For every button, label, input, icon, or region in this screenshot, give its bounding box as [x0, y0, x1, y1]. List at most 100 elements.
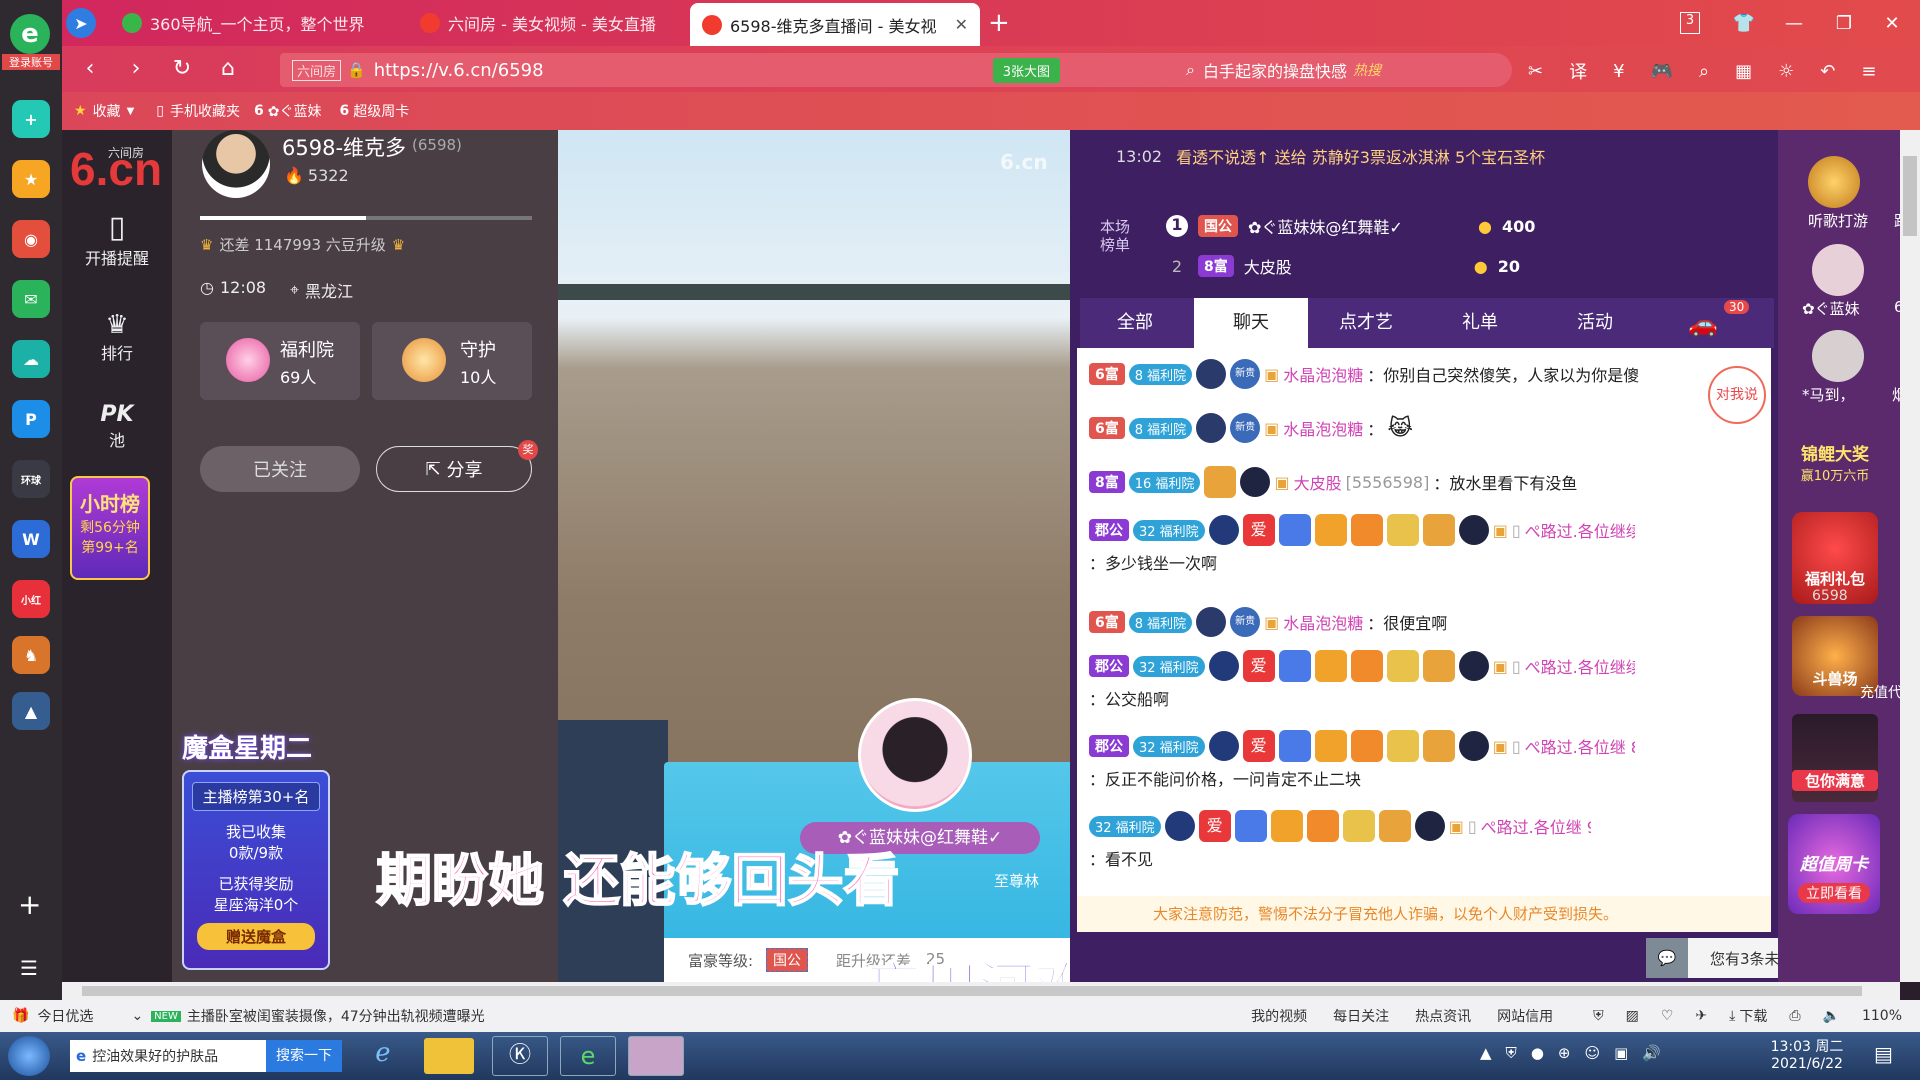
- word-icon[interactable]: W: [12, 520, 50, 558]
- back-icon[interactable]: ‹: [70, 56, 110, 81]
- add-app-icon[interactable]: +: [12, 100, 50, 138]
- add-icon[interactable]: +: [18, 888, 41, 921]
- user-avatar-madao[interactable]: [1812, 330, 1864, 382]
- tray-qq-icon[interactable]: ☺: [1584, 1044, 1600, 1062]
- shield-icon[interactable]: ⛨: [1593, 1008, 1604, 1024]
- tab-6598-room[interactable]: 6598-维克多直播间 - 美女视 ✕: [690, 3, 980, 46]
- chat-message-list[interactable]: 6富 8 福利院 新贵 ▣ 水晶泡泡糖 ：你别自己突然傻笑，人家以为你是傻 6富…: [1077, 348, 1771, 906]
- explorer-icon[interactable]: [424, 1038, 474, 1074]
- search-box[interactable]: ⌕ 白手起家的操盘快感 热搜: [1172, 53, 1512, 87]
- big-image-button[interactable]: 3张大图: [992, 57, 1060, 83]
- 360-taskbar-icon[interactable]: e: [560, 1036, 616, 1076]
- say-to-me-button[interactable]: 对我说: [1708, 366, 1766, 424]
- tab-count-badge[interactable]: 3: [1680, 12, 1700, 34]
- taskbar-search[interactable]: e 控油效果好的护肤品 搜索一下: [70, 1040, 342, 1072]
- url-text[interactable]: https://v.6.cn/6598: [374, 60, 544, 81]
- news-app-icon[interactable]: 环球: [12, 460, 50, 498]
- status-site-credit[interactable]: 网站信用: [1497, 1006, 1553, 1026]
- close-tab-icon[interactable]: ✕: [955, 15, 968, 34]
- volume-icon[interactable]: 🔈: [1823, 1008, 1840, 1024]
- mail-icon[interactable]: ✉: [12, 280, 50, 318]
- cloud-icon[interactable]: ☁: [12, 340, 50, 378]
- notification-icon[interactable]: ▤: [1874, 1042, 1893, 1066]
- scrollbar-thumb[interactable]: [1903, 156, 1917, 236]
- list-icon[interactable]: ☰: [20, 956, 38, 980]
- guard-button[interactable]: 守护 10人: [372, 322, 532, 400]
- koi-promo[interactable]: 锦鲤大奖 赢10万六币: [1790, 420, 1880, 500]
- home-icon[interactable]: ⌂: [208, 56, 248, 81]
- weibo-icon[interactable]: ◉: [12, 220, 50, 258]
- tray-add-icon[interactable]: ⊕: [1558, 1044, 1571, 1062]
- tray-network-icon[interactable]: ▣: [1614, 1044, 1628, 1062]
- undo-icon[interactable]: ↶: [1820, 61, 1835, 82]
- k-app-icon[interactable]: Ⓚ: [492, 1036, 548, 1076]
- new-tab-icon[interactable]: +: [988, 8, 1010, 38]
- red-app-icon[interactable]: 小红: [12, 580, 50, 618]
- tray-up-icon[interactable]: ▲: [1480, 1044, 1492, 1062]
- satisfied-promo[interactable]: 包你满意: [1792, 714, 1878, 802]
- heart-icon[interactable]: ♡: [1661, 1008, 1674, 1024]
- anchor-avatar[interactable]: [202, 130, 270, 198]
- start-button[interactable]: [8, 1036, 50, 1076]
- sidebar-item-pk-pool[interactable]: PK 池: [62, 402, 172, 451]
- restore-icon[interactable]: ❐: [1818, 0, 1870, 46]
- coin-icon[interactable]: ¥: [1613, 61, 1624, 82]
- rocket-icon[interactable]: ✈: [1695, 1008, 1707, 1024]
- send-magic-box-button[interactable]: 赠送魔盒: [197, 923, 315, 950]
- bookmark-weekcard[interactable]: 6 超级周卡: [339, 101, 409, 121]
- url-box[interactable]: 六间房 🔒 https://v.6.cn/6598 3张大图: [280, 53, 1200, 87]
- brightness-icon[interactable]: ☼: [1778, 61, 1794, 82]
- tray-shield-icon[interactable]: ⛨: [1506, 1044, 1517, 1062]
- skin-icon[interactable]: 👕: [1718, 0, 1770, 46]
- today-picks[interactable]: 今日优选: [37, 1006, 93, 1026]
- p-app-icon[interactable]: P: [12, 400, 50, 438]
- followed-button[interactable]: 已关注: [200, 446, 360, 492]
- browser-nav-icon[interactable]: ➤: [66, 8, 96, 38]
- user-avatar-lanmei[interactable]: [1812, 244, 1864, 296]
- scissors-icon[interactable]: ✂: [1528, 61, 1543, 82]
- close-window-icon[interactable]: ✕: [1866, 0, 1918, 46]
- sidebar-item-rank[interactable]: ♛ 排行: [62, 310, 172, 364]
- share-button[interactable]: ⇱ 分享: [376, 446, 532, 492]
- tab-6cn[interactable]: 六间房 - 美女视频 - 美女直播: [408, 0, 688, 46]
- photo-app-icon[interactable]: [628, 1036, 684, 1076]
- game-app-icon[interactable]: ♞: [12, 636, 50, 674]
- bookmark-mobile[interactable]: ▯ 手机收藏夹: [156, 101, 240, 121]
- hour-rank-card[interactable]: 小时榜 剩56分钟 第99+名: [70, 476, 150, 580]
- horizontal-scrollbar[interactable]: [62, 982, 1900, 1000]
- car-icon[interactable]: 🚗: [1688, 310, 1718, 338]
- ie-taskbar-icon[interactable]: ℯ: [358, 1038, 408, 1074]
- bookmark-lanmei[interactable]: 6 ✿ぐ蓝妹: [254, 101, 321, 121]
- 360-browser-icon[interactable]: e: [10, 14, 50, 54]
- favorite-app-icon[interactable]: ★: [12, 160, 50, 198]
- fuli-button[interactable]: 福利院 69人: [200, 322, 360, 400]
- grid-icon[interactable]: ▦: [1735, 61, 1752, 82]
- tab-all[interactable]: 全部: [1080, 298, 1190, 348]
- music-game-icon[interactable]: [1808, 156, 1860, 208]
- tab-chat[interactable]: 聊天: [1194, 298, 1308, 348]
- vertical-scrollbar[interactable]: [1900, 130, 1920, 982]
- leaderboard-row-1[interactable]: 1 国公 ✿ぐ蓝妹妹@红舞鞋✓ ● 400: [1166, 214, 1535, 238]
- news-ticker[interactable]: 主播卧室被闺蜜装摄像，47分钟出轨视频遭曝光: [187, 1006, 485, 1026]
- image-icon[interactable]: ▨: [1626, 1008, 1639, 1024]
- tab-talent[interactable]: 点才艺: [1310, 298, 1422, 348]
- tab-giftlist[interactable]: 礼单: [1424, 298, 1536, 348]
- tray-volume-icon[interactable]: 🔊: [1642, 1044, 1661, 1062]
- printer-icon[interactable]: ⎙: [1789, 1008, 1800, 1024]
- minimize-icon[interactable]: —: [1768, 0, 1820, 46]
- tray-360-icon[interactable]: ●: [1531, 1044, 1544, 1062]
- clock[interactable]: 13:03 周二 2021/6/22: [1752, 1036, 1862, 1072]
- menu-icon[interactable]: ≡: [1861, 61, 1876, 82]
- status-daily-follow[interactable]: 每日关注: [1333, 1006, 1389, 1026]
- map-app-icon[interactable]: ▲: [12, 692, 50, 730]
- zoom-icon[interactable]: ⌕: [1699, 61, 1709, 82]
- forward-icon[interactable]: ›: [116, 56, 156, 81]
- scrollbar-thumb[interactable]: [82, 986, 1862, 996]
- weekcard-promo[interactable]: 超值周卡 立即看看: [1788, 814, 1880, 914]
- tab-360-nav[interactable]: 360导航_一个主页，整个世界: [110, 0, 400, 46]
- login-label[interactable]: 登录账号: [2, 54, 60, 70]
- translate-icon[interactable]: 译: [1569, 58, 1587, 84]
- game-icon[interactable]: 🎮: [1651, 61, 1673, 82]
- status-my-video[interactable]: 我的视频: [1251, 1006, 1307, 1026]
- sidebar-item-live-remind[interactable]: ▯ 开播提醒: [62, 210, 172, 269]
